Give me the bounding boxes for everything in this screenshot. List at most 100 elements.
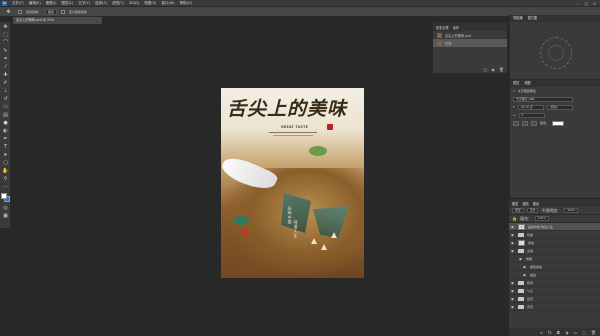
history-state[interactable]: 打开 [433,39,507,47]
layer-row[interactable]: ◉ 青瓷 [509,239,600,247]
menu-edit[interactable]: 编辑(E) [29,1,41,6]
layer-row[interactable]: ◉ 勺子 [509,287,600,295]
new-group-icon[interactable]: ▭ [573,330,577,335]
tab-history[interactable]: 历史记录 [436,25,449,30]
eye-icon[interactable]: ◉ [511,233,515,237]
more-tools-icon[interactable]: ⋯ [2,184,9,190]
gradient-tool-icon[interactable]: ▤ [2,112,9,118]
eraser-tool-icon[interactable]: ▭ [2,104,9,110]
dodge-tool-icon[interactable]: ◐ [2,128,9,134]
menu-filter[interactable]: 滤镜(T) [112,1,124,6]
healing-brush-tool-icon[interactable]: ✚ [2,72,9,78]
auto-select-checkbox[interactable] [18,9,22,14]
eye-icon[interactable]: ◉ [511,249,515,253]
fill-field[interactable]: 100% [534,216,549,221]
lock-icon[interactable]: 🔒 [512,216,517,221]
new-layer-icon[interactable]: ▢ [582,330,586,335]
camera-icon[interactable]: ◉ [491,67,495,72]
tab-actions[interactable]: 动作 [453,25,459,30]
zoom-tool-icon[interactable]: ⚲ [2,176,9,182]
trash-icon[interactable]: 🗑 [591,330,596,335]
pen-tool-icon[interactable]: ✒ [2,136,9,142]
menu-select[interactable]: 选择(S) [95,1,107,6]
quick-mask-icon[interactable]: ◎ [2,205,9,211]
move-tool-icon[interactable]: ✥ [2,24,9,30]
crop-tool-icon[interactable]: ⌗ [2,56,9,62]
layer-row[interactable]: ◉ 装饰 [509,279,600,287]
type-tool-icon[interactable]: T [2,144,9,150]
eye-icon[interactable]: ◉ [511,241,515,245]
eye-icon[interactable]: ◉ [511,305,515,309]
layer-row[interactable]: ◉ 颜色叠加 [509,263,600,271]
eye-icon[interactable]: ◉ [523,273,527,277]
trash-icon[interactable]: 🗑 [499,67,504,72]
menu-file[interactable]: 文件(F) [12,1,24,6]
menu-view[interactable]: 视图(V) [144,1,156,6]
color-swatches[interactable] [1,193,10,202]
menu-window[interactable]: 窗口(W) [161,1,174,6]
marquee-tool-icon[interactable]: ⬚ [2,32,9,38]
foreground-color-swatch[interactable] [1,193,7,199]
tab-histogram[interactable]: 直方图 [528,15,538,22]
tab-channels[interactable]: 通道 [522,201,528,206]
document-tab[interactable]: 舌尖上的美味.psd @ 25% [13,17,103,24]
quick-select-tool-icon[interactable]: ✎ [2,48,9,54]
history-snapshot[interactable]: 舌尖上的美味.psd [433,31,507,39]
move-tool-icon[interactable]: ✥ [5,9,12,15]
add-mask-icon[interactable]: ◘ [557,330,560,335]
adjustment-layer-icon[interactable]: ◑ [565,330,569,335]
align-center-button[interactable] [522,120,528,126]
shape-tool-icon[interactable]: ▢ [2,160,9,166]
layer-row[interactable]: ◉ 远景 [509,295,600,303]
eye-icon[interactable]: ◉ [511,297,515,301]
blend-mode-dropdown[interactable]: 正常 [526,208,539,213]
text-color-swatch[interactable] [552,120,565,126]
menu-image[interactable]: 图像(I) [46,1,57,6]
layer-row[interactable]: ◉ T 品味中国 味道人生 [509,223,600,231]
menu-layer[interactable]: 图层(L) [61,1,73,6]
screen-mode-icon[interactable]: ▣ [2,213,9,219]
menu-help[interactable]: 帮助(H) [180,1,192,6]
history-brush-tool-icon[interactable]: ↺ [2,96,9,102]
leading-field[interactable]: (自动) [546,104,573,110]
tracking-field[interactable]: 0 [518,112,545,118]
blur-tool-icon[interactable]: ● [2,120,9,126]
minimize-button[interactable]: – [576,1,581,6]
align-left-button[interactable] [513,120,519,126]
layer-kind-filter[interactable]: 类型 [512,208,524,213]
layer-row[interactable]: ◉ 效果 [509,255,600,263]
eye-icon[interactable]: ◉ [511,289,515,293]
font-size-field[interactable]: 24.15 点 [517,104,544,110]
eyedropper-tool-icon[interactable]: ⁄ [2,64,9,70]
layer-row[interactable]: ◉ 印章 [509,231,600,239]
eye-icon[interactable]: ◉ [511,281,515,285]
clone-stamp-tool-icon[interactable]: ⊥ [2,88,9,94]
navigator-panel[interactable] [510,22,600,80]
eye-icon[interactable]: ◉ [523,265,527,269]
document-canvas[interactable]: 舌尖上的美味 GREAT TASTE 品味中国 味道人生 [221,88,364,278]
align-right-button[interactable] [531,120,537,126]
menu-3d[interactable]: 3D(D) [129,1,139,5]
auto-select-dropdown[interactable]: 图层 [45,8,58,15]
tab-paths[interactable]: 路径 [533,201,539,206]
link-layers-icon[interactable]: ∞ [540,330,543,335]
layer-row[interactable]: ◉ 文案 [509,247,600,255]
tab-navigator[interactable]: 导航器 [513,15,523,22]
eye-icon[interactable]: ◉ [511,225,515,229]
tab-adjustments[interactable]: 调整 [524,80,530,87]
layer-row[interactable]: ◉ 背景 [509,303,600,311]
opacity-field[interactable]: 100% [564,208,579,213]
path-select-tool-icon[interactable]: ➤ [2,152,9,158]
hand-tool-icon[interactable]: ✋ [2,168,9,174]
menu-type[interactable]: 文字(Y) [78,1,90,6]
tab-layers[interactable]: 图层 [512,201,518,206]
lasso-tool-icon[interactable]: ⌒ [2,40,9,46]
close-button[interactable]: × [592,1,597,6]
new-document-icon[interactable]: ▢ [484,67,488,72]
show-transform-checkbox[interactable] [61,9,66,14]
brush-tool-icon[interactable]: ✐ [2,80,9,86]
layer-row[interactable]: ◉ 描边 [509,271,600,279]
maximize-button[interactable]: □ [584,1,589,6]
tab-properties[interactable]: 属性 [513,80,519,87]
font-family-field[interactable]: 方正粗黑_GBK [513,96,573,102]
